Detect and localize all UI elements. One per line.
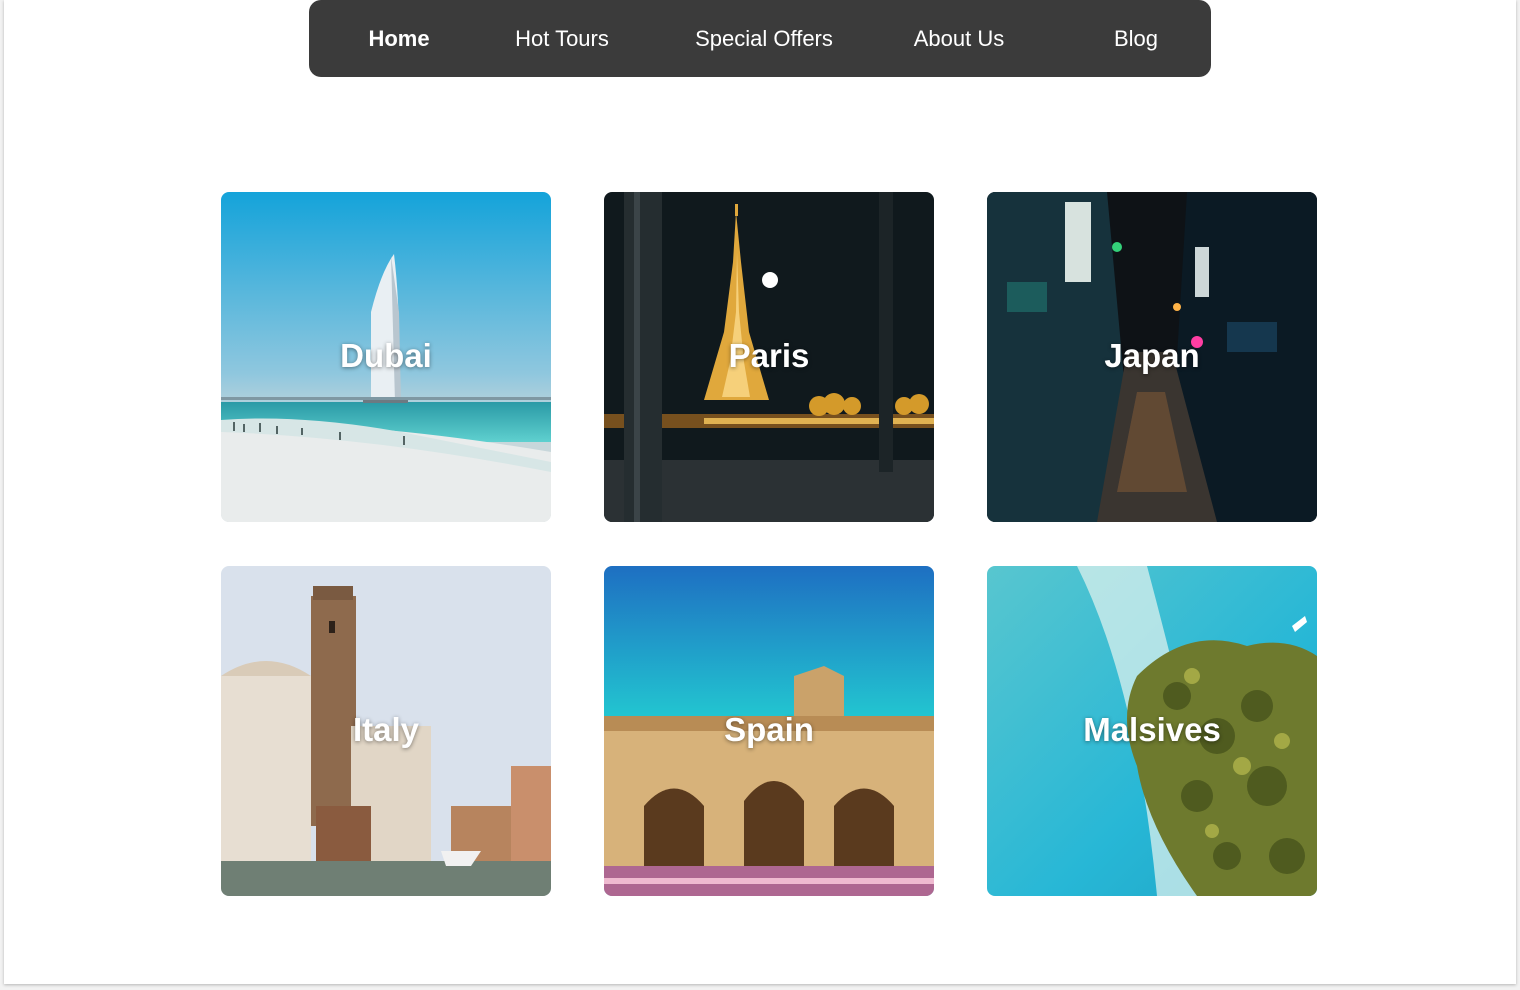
destination-card-malsives[interactable]: Malsives — [987, 566, 1317, 896]
destination-label: Italy — [352, 711, 420, 748]
destination-label: Spain — [724, 711, 814, 748]
destination-card-japan[interactable]: Japan — [987, 192, 1317, 522]
nav-blog-link[interactable]: Blog — [1081, 0, 1191, 77]
nav-hot-tours-link[interactable]: Hot Tours — [487, 0, 637, 77]
nav-special-offers-link[interactable]: Special Offers — [674, 0, 854, 77]
destination-card-dubai[interactable]: Dubai — [221, 192, 551, 522]
destination-card-paris[interactable]: Paris — [604, 192, 934, 522]
destination-label: Japan — [1104, 337, 1200, 374]
destination-label: Dubai — [340, 337, 432, 374]
main-navbar: Home Hot Tours Special Offers About Us B… — [309, 0, 1211, 77]
destination-card-italy[interactable]: Italy — [221, 566, 551, 896]
destination-card-spain[interactable]: Spain — [604, 566, 934, 896]
page: Home Hot Tours Special Offers About Us B… — [4, 0, 1516, 984]
nav-about-us-link[interactable]: About Us — [894, 0, 1024, 77]
destination-label: Malsives — [1083, 711, 1221, 748]
nav-home-link[interactable]: Home — [339, 0, 459, 77]
destination-label: Paris — [728, 337, 810, 374]
